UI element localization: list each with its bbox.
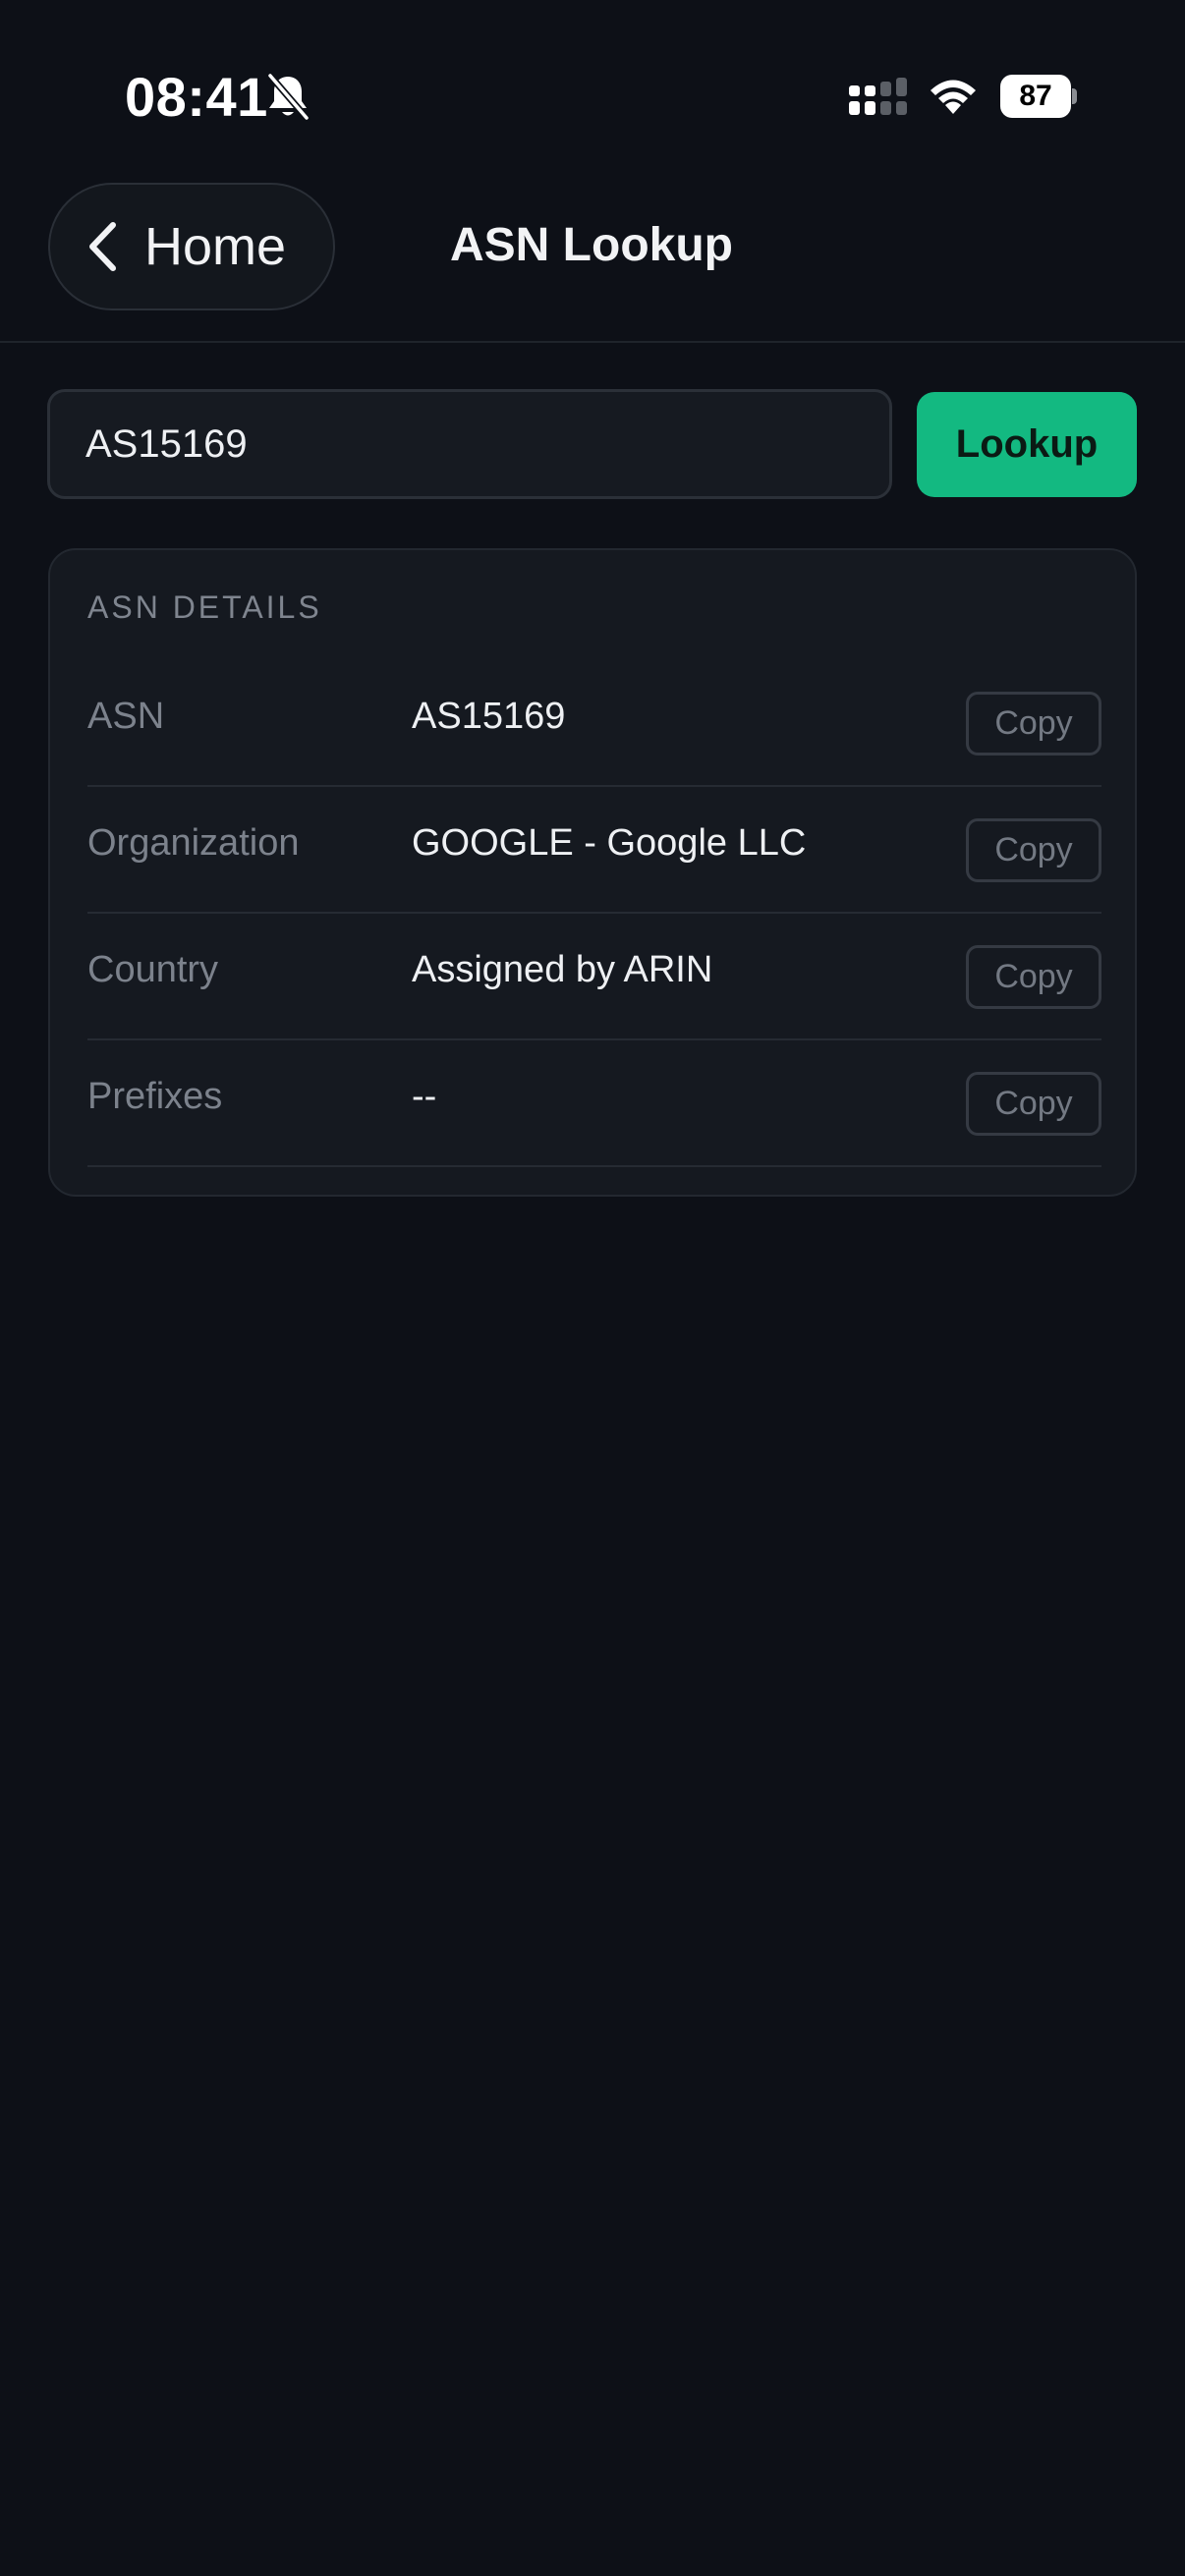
copy-asn-button[interactable]: Copy xyxy=(966,692,1101,756)
status-time: 08:41 xyxy=(125,66,268,128)
wifi-icon xyxy=(931,80,976,114)
bell-slash-icon xyxy=(266,73,310,122)
lookup-button[interactable]: Lookup xyxy=(917,392,1137,497)
asn-search-input[interactable] xyxy=(47,389,892,499)
detail-row-prefixes: Prefixes -- Copy xyxy=(87,1040,1101,1167)
asn-details-card: ASN DETAILS ASN AS15169 Copy Organizatio… xyxy=(48,548,1137,1197)
row-label: ASN xyxy=(87,696,165,737)
battery-cap xyxy=(1072,88,1077,104)
page-title-text: ASN Lookup xyxy=(450,219,733,271)
row-value: -- xyxy=(412,1076,437,1117)
copy-prefixes-button[interactable]: Copy xyxy=(966,1072,1101,1136)
battery-icon: 87 xyxy=(1000,75,1077,118)
nav-divider xyxy=(0,341,1185,343)
battery-level: 87 xyxy=(1000,75,1071,118)
detail-row-asn: ASN AS15169 Copy xyxy=(87,660,1101,787)
page-title: ASN Lookup xyxy=(0,218,1185,272)
row-label: Organization xyxy=(87,822,300,864)
detail-row-organization: Organization GOOGLE - Google LLC Copy xyxy=(87,787,1101,914)
row-value: AS15169 xyxy=(412,696,566,737)
row-value: GOOGLE - Google LLC xyxy=(412,822,807,864)
row-label: Prefixes xyxy=(87,1076,223,1117)
row-label: Country xyxy=(87,949,219,990)
row-value: Assigned by ARIN xyxy=(412,949,713,990)
cellular-signal-icon xyxy=(849,78,907,115)
copy-country-button[interactable]: Copy xyxy=(966,945,1101,1009)
section-heading: ASN DETAILS xyxy=(87,589,322,625)
copy-organization-button[interactable]: Copy xyxy=(966,818,1101,882)
status-bar: 08:41 87 xyxy=(0,0,1185,187)
detail-row-country: Country Assigned by ARIN Copy xyxy=(87,914,1101,1040)
